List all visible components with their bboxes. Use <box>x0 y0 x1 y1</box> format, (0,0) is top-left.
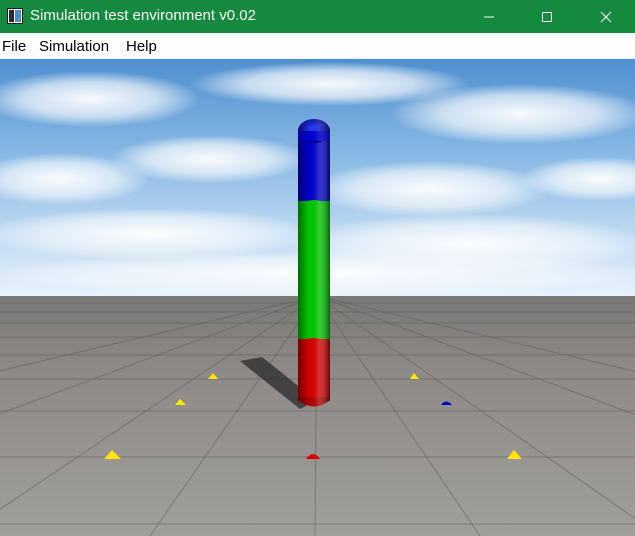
window-title: Simulation test environment v0.02 <box>30 7 256 24</box>
menu-file[interactable]: File <box>2 38 26 55</box>
simulation-window: Simulation test environment v0.02 File S… <box>0 0 635 536</box>
maximize-icon <box>542 11 552 22</box>
menu-simulation[interactable]: Simulation <box>39 38 109 55</box>
minimize-button[interactable] <box>460 0 518 33</box>
maximize-button[interactable] <box>518 0 576 33</box>
3d-viewport[interactable] <box>0 59 635 536</box>
capsule <box>298 119 330 407</box>
title-bar[interactable]: Simulation test environment v0.02 <box>0 0 635 33</box>
app-icon <box>7 8 23 24</box>
menu-bar: File Simulation Help <box>0 33 635 59</box>
minimize-icon <box>484 16 494 17</box>
close-button[interactable] <box>577 0 635 33</box>
menu-help[interactable]: Help <box>126 38 157 55</box>
close-icon <box>600 11 612 22</box>
